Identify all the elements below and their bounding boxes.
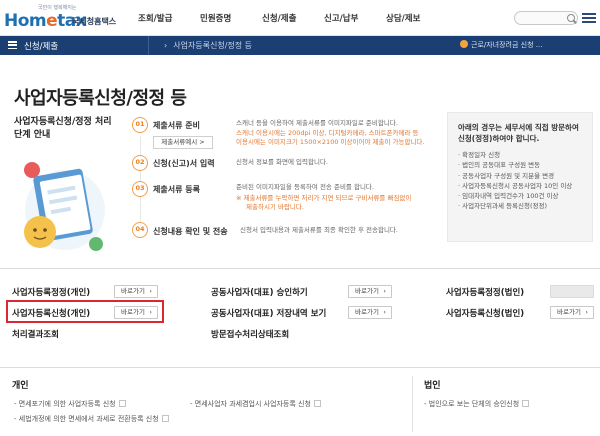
shortcut-button[interactable]: 바로가기 › (550, 306, 594, 319)
gnb-counsel[interactable]: 상담/제보 (386, 12, 420, 24)
step-note: 스캐너 이용시에는 200dpi 이상, 디지털카메라, 스마트폰카메라 등 (236, 129, 419, 137)
gnb-report-pay[interactable]: 신고/납부 (324, 12, 358, 24)
step-number: 03 (132, 181, 148, 197)
quick-label: 공동사업자(대표) 저장내역 보기 (211, 309, 327, 319)
new-window-icon (161, 415, 169, 422)
notice-ticker[interactable]: 근로/자녀장려금 신청 ... (460, 40, 542, 50)
step-label: 제출서류 준비 (153, 121, 200, 130)
step-note: 제출하시기 바랍니다. (246, 203, 304, 211)
shortcut-label: 바로가기 (121, 287, 145, 295)
divider (0, 268, 600, 269)
chevron-right-icon: › (164, 41, 168, 50)
new-window-icon (118, 400, 126, 407)
step-desc: 준비된 이미지파일을 등록하여 전송 준비를 합니다. (236, 183, 374, 191)
search-input[interactable] (514, 11, 578, 25)
link-item[interactable]: - 세법개정에 의한 면세에서 과세로 전환등록 신청 (14, 414, 169, 424)
chevron-right-icon: › (383, 308, 386, 316)
info-item: 사업자단위과세 등록신청(정정) (458, 201, 592, 211)
shortcut-button[interactable]: 바로가기 › (114, 285, 158, 298)
link-item[interactable]: - 면세포기에 의한 사업자등록 신청 (14, 399, 126, 409)
shortcut-button[interactable]: 바로가기 › (114, 306, 158, 319)
section-heading-personal: 개인 (12, 381, 29, 391)
info-item: 법인의 공동대표 구성원 변동 (458, 160, 592, 170)
notice-text: 근로/자녀장려금 신청 ... (471, 41, 543, 49)
info-title: 아래의 경우는 세무서에 직접 방문하여 신청(정정)하여야 합니다. (458, 123, 579, 143)
new-window-icon (522, 400, 530, 407)
shortcut-label: 바로가기 (557, 308, 581, 316)
info-list: 확정일자 신청 법인의 공동대표 구성원 변동 공동사업자 구성원 및 지분율 … (458, 150, 592, 212)
search-icon[interactable] (567, 14, 575, 22)
quick-label: 사업자등록신청(법인) (446, 309, 525, 319)
quick-label: 처리결과조회 (12, 330, 59, 340)
all-menu-icon[interactable] (582, 13, 596, 23)
link-item[interactable]: - 법인으로 보는 단체의 승인신청 (424, 399, 530, 409)
breadcrumb[interactable]: › 사업자등록신청/정정 등 (164, 40, 252, 51)
step-label: 제출서류 등록 (153, 185, 200, 194)
gnb-inquiry[interactable]: 조회/발급 (138, 12, 172, 24)
info-item: 사업자등록신청시 공동사업자 10인 이상 (458, 181, 592, 191)
heart-icon (24, 162, 40, 178)
new-window-icon (313, 400, 321, 407)
info-item: 확정일자 신청 (458, 150, 592, 160)
step-desc: 신청서 정보를 화면에 입력합니다. (236, 158, 328, 166)
step-note: ※ 제출서류를 누락하면 처리가 지연 되므로 구비서류를 빠짐없이 (236, 194, 412, 202)
process-title: 사업자등록신청/정정 처리단계 안내 (14, 117, 112, 140)
sample-documents-button[interactable]: 제출서류예시 > (153, 136, 213, 149)
divider (0, 367, 600, 368)
current-menu[interactable]: 신청/제출 (24, 40, 58, 52)
location-bar: 신청/제출 › 사업자등록신청/정정 등 근로/자녀장려금 신청 ... (0, 36, 600, 55)
shortcut-button[interactable]: 바로가기 › (348, 306, 392, 319)
step-number: 04 (132, 222, 148, 238)
shortcut-label: 바로가기 (355, 287, 379, 295)
hometax-logo[interactable]: 국민이 행복해지는 Hometax 국세청홈택스 (4, 4, 122, 32)
logo-sub: 국세청홈택스 (72, 17, 117, 26)
step-label: 신청(신고)서 입력 (153, 159, 215, 168)
divider (148, 36, 149, 55)
step-desc: 신청서 입력내용과 제출서류를 최종 확인한 후 전송합니다. (240, 226, 398, 234)
chevron-right-icon: › (585, 308, 588, 316)
gnb-apply-submit[interactable]: 신청/제출 (262, 12, 296, 24)
logo-tagline: 국민이 행복해지는 (38, 5, 77, 11)
step-desc: 스캐너 등을 이용하여 제출서류를 이미지파일로 준비합니다. (236, 119, 398, 127)
section-heading-corporate: 법인 (424, 381, 441, 391)
visit-required-info: 아래의 경우는 세무서에 직접 방문하여 신청(정정)하여야 합니다. 확정일자… (447, 112, 593, 242)
shortcut-button-disabled (550, 285, 594, 298)
site-header: 국민이 행복해지는 Hometax 국세청홈택스 조회/발급 민원증명 신청/제… (0, 0, 600, 36)
gnb-certificate[interactable]: 민원증명 (200, 12, 231, 24)
link-label: 법인으로 보는 단체의 승인신청 (428, 400, 520, 408)
shortcut-label: 바로가기 (121, 308, 145, 316)
page-title: 사업자등록신청/정정 등 (14, 88, 187, 109)
chevron-right-icon: › (149, 287, 152, 295)
quick-label: 사업자등록정정(법인) (446, 288, 525, 298)
shortcut-button[interactable]: 바로가기 › (348, 285, 392, 298)
shortcut-label: 바로가기 (355, 308, 379, 316)
link-item[interactable]: - 면세사업자 과세겸업시 사업자등록 신청 (190, 399, 321, 409)
chevron-right-icon: › (383, 287, 386, 295)
menu-icon[interactable] (8, 41, 17, 50)
link-label: 면세포기에 의한 사업자등록 신청 (18, 400, 116, 408)
chevron-right-icon: › (149, 308, 152, 316)
notice-dot-icon (460, 40, 468, 48)
document-illustration (24, 162, 105, 251)
link-label: 세법개정에 의한 면세에서 과세로 전환등록 신청 (18, 415, 159, 423)
quick-label: 사업자등록신청(개인) (12, 309, 91, 319)
step-label: 신청내용 확인 및 전송 (153, 227, 228, 236)
quick-label: 공동사업자(대표) 승인하기 (211, 288, 308, 298)
link-label: 면세사업자 과세겸업시 사업자등록 신청 (194, 400, 311, 408)
step-number: 02 (132, 155, 148, 171)
divider (412, 376, 413, 432)
quick-label: 방문접수처리상태조회 (211, 330, 290, 340)
info-item: 공동사업자 구성원 및 지분율 변경 (458, 171, 592, 181)
step-number: 01 (132, 117, 148, 133)
breadcrumb-label: 사업자등록신청/정정 등 (173, 41, 253, 50)
info-item: 임대차내역 입력건수가 100건 이상 (458, 191, 592, 201)
step-note: 이용시에는 이미지크기 1500×2100 이상이어야 제출이 가능합니다. (236, 138, 425, 146)
quick-label: 사업자등록정정(개인) (12, 288, 91, 298)
